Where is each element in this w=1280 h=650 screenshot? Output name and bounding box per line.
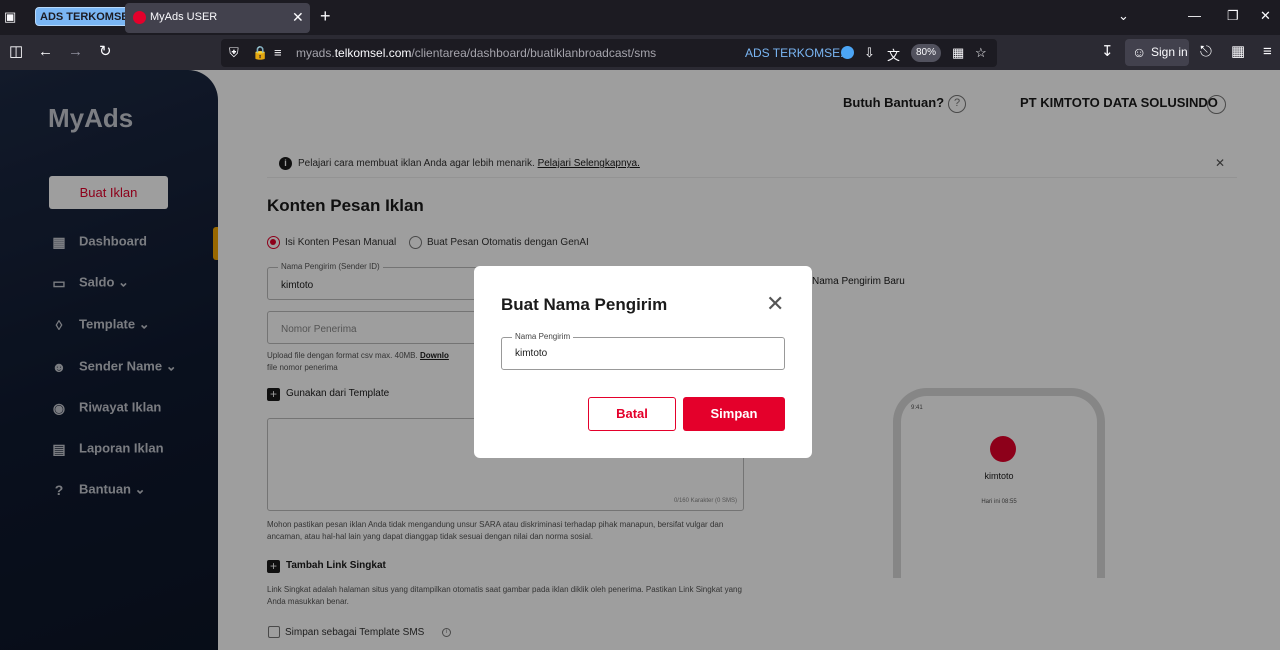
page: MyAds Buat Iklan ▦ Dashboard ▭ Saldo ⌄ ◊ Te… xyxy=(0,70,1280,650)
back-icon[interactable]: ← xyxy=(38,44,53,60)
sender-name-input[interactable]: Nama Pengirim kimtoto xyxy=(501,332,785,370)
new-tab-icon[interactable]: + xyxy=(320,6,331,27)
sidebar-toggle-icon[interactable]: ◫ xyxy=(9,44,23,60)
new-sender-link[interactable]: Nama Pengirim Baru xyxy=(812,276,905,287)
telkomsel-favicon-icon xyxy=(133,11,146,24)
url-text[interactable]: myads.telkomsel.com/clientarea/dashboard… xyxy=(296,46,656,60)
restore-icon[interactable]: ❐ xyxy=(1227,8,1239,24)
downloads-icon[interactable]: ↧ xyxy=(1101,44,1114,60)
container-label[interactable]: ADS TERKOMSE... xyxy=(745,46,850,60)
tab-title: MyAds USER xyxy=(150,11,218,23)
lock-icon[interactable]: 🔒 xyxy=(252,45,268,61)
create-sender-modal: Buat Nama Pengirim ✕ Nama Pengirim kimto… xyxy=(474,266,812,458)
reload-icon[interactable]: ↻ xyxy=(99,44,112,60)
browser-nav-bar: ◫ ← → ↻ ⛨ 🔒 ≡ myads.telkomsel.com/client… xyxy=(0,35,1280,70)
close-tab-icon[interactable]: ✕ xyxy=(292,9,304,26)
minimize-icon[interactable]: — xyxy=(1188,8,1201,23)
translate-icon[interactable]: 文 xyxy=(887,45,900,64)
container-dot-icon xyxy=(841,46,854,59)
sender-name-label: Nama Pengirim xyxy=(512,332,574,341)
cancel-button[interactable]: Batal xyxy=(588,397,676,431)
shield-icon[interactable]: ⛨ xyxy=(229,45,239,61)
permissions-icon[interactable]: ≡ xyxy=(274,45,282,60)
url-bar[interactable]: ⛨ 🔒 ≡ myads.telkomsel.com/clientarea/das… xyxy=(221,39,997,67)
forward-icon[interactable]: → xyxy=(68,44,83,60)
sender-name-value: kimtoto xyxy=(515,348,548,359)
save-page-icon[interactable]: ⇩ xyxy=(864,45,875,61)
browser-tab[interactable]: MyAds USER ✕ xyxy=(125,3,310,33)
tab-overflow-chevron-icon[interactable]: ⌄ xyxy=(1118,8,1129,24)
apps-icon[interactable]: ▦ xyxy=(1231,44,1245,60)
zoom-level[interactable]: 80% xyxy=(911,44,942,62)
window-close-icon[interactable]: ✕ xyxy=(1260,8,1271,24)
tab-list-icon[interactable]: ▣ xyxy=(4,9,22,27)
account-icon: ☺ xyxy=(1132,44,1147,60)
extensions-grid-icon[interactable]: ▦ xyxy=(952,45,964,61)
save-button[interactable]: Simpan xyxy=(683,397,785,431)
extensions-icon[interactable]: ⎋ xyxy=(1200,44,1212,60)
modal-title: Buat Nama Pengirim xyxy=(501,295,668,314)
close-icon[interactable]: ✕ xyxy=(766,293,784,315)
menu-icon[interactable]: ≡ xyxy=(1263,44,1272,60)
sign-in-button[interactable]: ☺ Sign in xyxy=(1125,39,1189,66)
bookmark-star-icon[interactable]: ☆ xyxy=(975,45,987,61)
browser-tab-bar: ▣ ADS TERKOMSEL MyAds USER ✕ + ⌄ — ❐ ✕ xyxy=(0,0,1280,35)
